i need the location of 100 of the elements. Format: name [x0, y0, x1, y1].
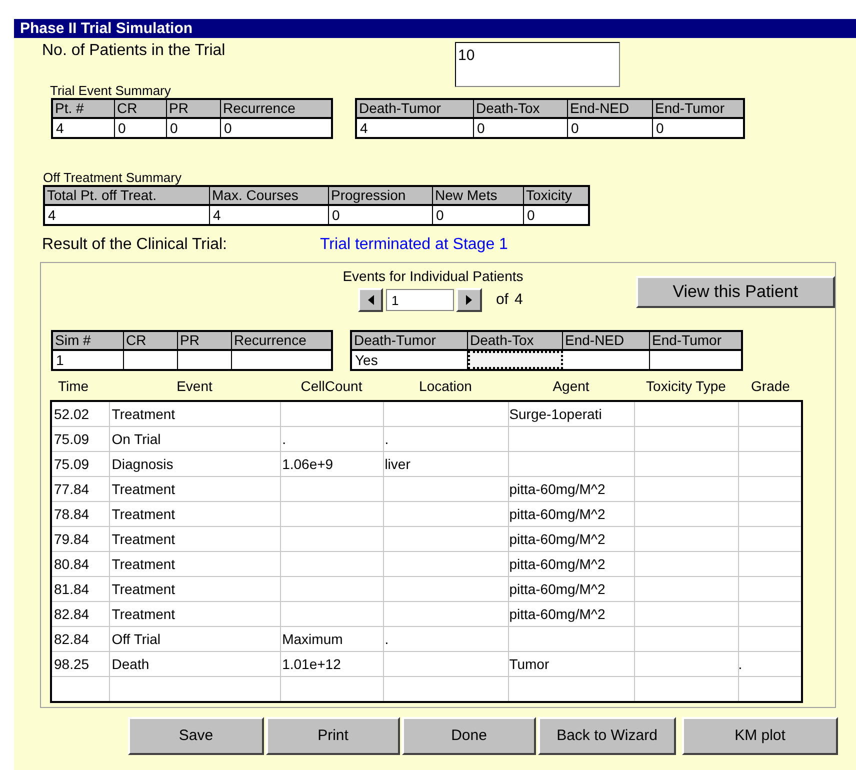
table-cell-text: 98.25 [53, 655, 90, 674]
column-header: New Mets [433, 187, 524, 204]
column-header: Toxicity Type [645, 378, 727, 395]
table-cell-text: 4 [212, 206, 222, 224]
table-cell-text: Death [110, 655, 150, 674]
view-patient-button[interactable]: View this Patient [636, 276, 835, 308]
table-cell-text: 0 [655, 119, 665, 137]
column-header: Location [418, 378, 473, 395]
table-cell-text: 0 [476, 119, 486, 137]
table-cell-text: Treatment [110, 480, 176, 499]
column-header: End-NED [568, 100, 653, 117]
column-header: Event [176, 378, 214, 395]
right-triangle-icon [466, 295, 472, 305]
column-header: PR [178, 332, 232, 349]
column-header: Time [57, 378, 90, 395]
left-triangle-icon [368, 295, 374, 305]
table-cell-text: On Trial [110, 430, 162, 449]
column-header: Recurrence [233, 332, 308, 349]
next-button[interactable] [456, 288, 482, 312]
table-cell-text: . [281, 430, 287, 449]
button[interactable]: Back to Wizard [538, 717, 676, 755]
of-label: of [496, 290, 508, 310]
table-cell-text: pitta-60mg/M^2 [508, 505, 606, 524]
column-header: Agent [552, 378, 590, 395]
column-header: Pt. # [53, 100, 115, 117]
column-header: PR [167, 100, 221, 117]
table-cell-text: . [384, 430, 390, 449]
group-title: Events for Individual Patients [342, 268, 524, 285]
button[interactable]: Print [266, 717, 400, 755]
table-cell-text: 75.09 [53, 455, 90, 474]
column-header: CellCount [300, 378, 364, 395]
table-cell-text: 79.84 [53, 530, 90, 549]
table-cell-text: 4 [47, 206, 57, 224]
table-cell-text: 0 [331, 206, 341, 224]
table-cell-text: 0 [570, 119, 580, 137]
column-header: Toxicity [525, 187, 573, 204]
table-cell-text: 4 [359, 119, 369, 137]
table-cell-text: . [737, 655, 744, 674]
column-header: Death-Tox [468, 332, 563, 349]
column-header: End-Tumor [654, 100, 726, 117]
column-header: Death-Tumor [357, 100, 474, 117]
table-cell-text: 4 [55, 119, 65, 137]
column-header: End-Tumor [651, 332, 723, 349]
table-cell-text: liver [384, 455, 412, 474]
section-title: Off Treatment Summary [43, 171, 182, 185]
section-title: Trial Event Summary [50, 84, 172, 98]
table-cell-text: Tumor [508, 655, 550, 674]
button[interactable]: Save [128, 717, 264, 755]
table-cell-text: 82.84 [53, 605, 90, 624]
patient-number-field[interactable]: 1 [386, 289, 454, 311]
table-cell-text: 1.06e+9 [281, 455, 334, 474]
table-cell-text: pitta-60mg/M^2 [508, 480, 606, 499]
table-cell-text: Treatment [110, 555, 176, 574]
table-cell-text: Yes [354, 351, 379, 369]
table-cell-text: 0 [435, 206, 445, 224]
patients-field[interactable]: 10 [455, 42, 620, 87]
column-header: CR [124, 332, 178, 349]
table-cell-text: Treatment [110, 405, 176, 424]
column-header: Death-Tox [474, 100, 568, 117]
table-cell-text: 0 [169, 119, 179, 137]
table-cell-text: 0 [117, 119, 127, 137]
result-value: Trial terminated at Stage 1 [320, 235, 508, 255]
table-cell-text: Diagnosis [110, 455, 174, 474]
column-header: Sim # [53, 332, 124, 349]
table-cell-text: . [384, 630, 390, 649]
table-cell-text: 1 [55, 351, 65, 369]
table-cell-text: pitta-60mg/M^2 [508, 530, 606, 549]
table-cell-text: Treatment [110, 580, 176, 599]
table-cell-text: 82.84 [53, 630, 90, 649]
table-cell-text: Treatment [110, 505, 176, 524]
column-header: CR [115, 100, 167, 117]
table-cell-text: Surge-1operati [508, 405, 603, 424]
table-cell-text: 0 [526, 206, 536, 224]
column-header: Max. Courses [210, 187, 329, 204]
table-cell-text: pitta-60mg/M^2 [508, 605, 606, 624]
field-label: No. of Patients in the Trial [42, 41, 226, 61]
table-cell-text: 52.02 [53, 405, 90, 424]
column-header: End-NED [563, 332, 650, 349]
column-header: Progression [329, 187, 433, 204]
table-cell-text: Treatment [110, 530, 176, 549]
patient-total: 4 [514, 290, 523, 310]
table-cell-text: pitta-60mg/M^2 [508, 555, 606, 574]
table-cell-text: Maximum [281, 630, 344, 649]
table-cell-text: 78.84 [53, 505, 90, 524]
button[interactable]: Done [402, 717, 536, 755]
table-cell-text: 81.84 [53, 580, 90, 599]
table-cell-text: 1.01e+12 [281, 655, 342, 674]
table-cell-text: Off Trial [110, 630, 162, 649]
table-cell-text: Treatment [110, 605, 176, 624]
column-header: Recurrence [222, 100, 296, 117]
button[interactable]: KM plot [682, 717, 838, 755]
result-label: Result of the Clinical Trial: [42, 235, 228, 255]
previous-button[interactable] [358, 288, 384, 312]
table-cell-text: 77.84 [53, 480, 90, 499]
table-cell-text: pitta-60mg/M^2 [508, 580, 606, 599]
column-header: Death-Tumor [352, 332, 468, 349]
window-title: Phase II Trial Simulation [14, 19, 856, 38]
table-cell-text: 75.09 [53, 430, 90, 449]
column-header: Total Pt. off Treat. [45, 187, 210, 204]
table-cell-text: 80.84 [53, 555, 90, 574]
